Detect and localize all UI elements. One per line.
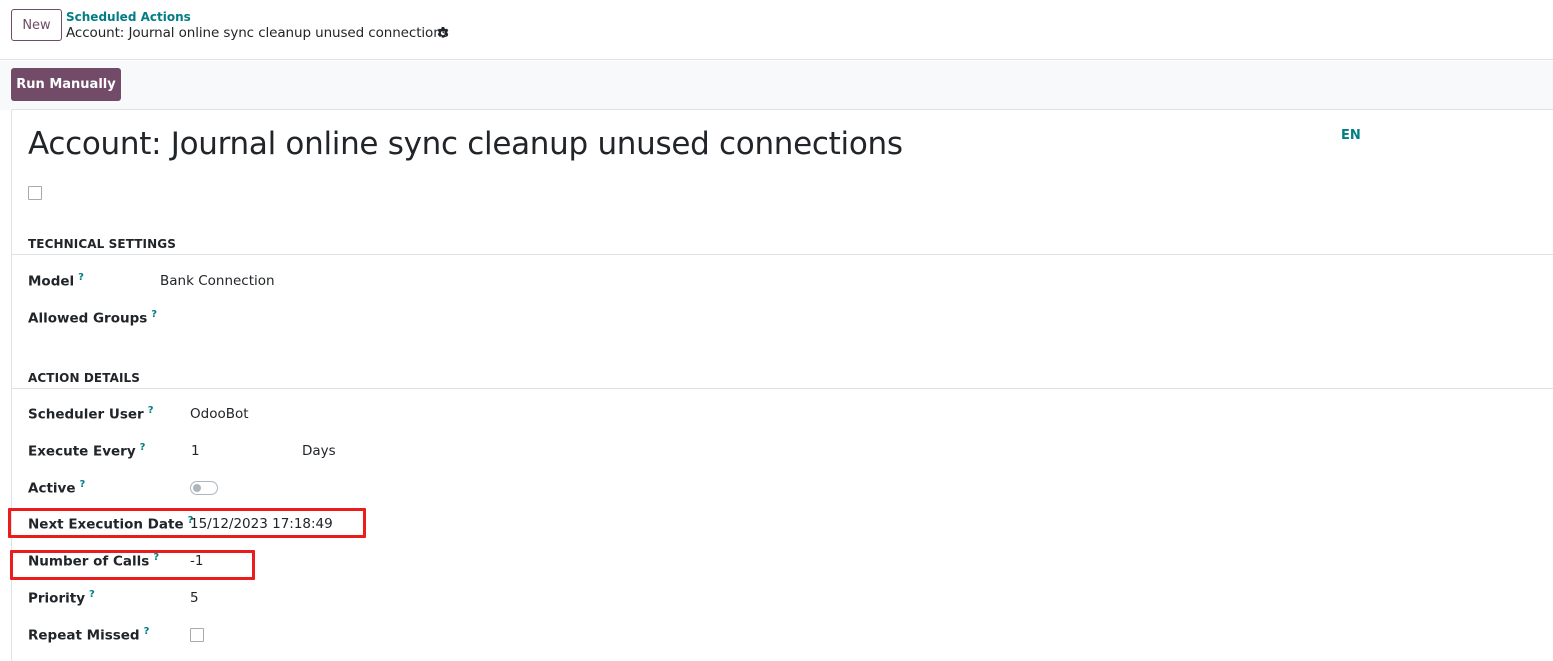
execute-every-label-text: Execute Every xyxy=(28,443,136,460)
highlight-box xyxy=(8,508,366,538)
help-icon[interactable]: ? xyxy=(78,272,84,283)
help-icon[interactable]: ? xyxy=(89,589,95,600)
breadcrumb-current: Account: Journal online sync cleanup unu… xyxy=(66,25,449,41)
section-action-details: ACTION DETAILS xyxy=(28,371,141,385)
allowed-groups-label-text: Allowed Groups xyxy=(28,310,148,327)
model-label: Model? xyxy=(28,272,84,290)
toggle-knob xyxy=(193,484,201,492)
execute-every-label: Execute Every? xyxy=(28,442,145,460)
priority-field[interactable]: 5 xyxy=(190,590,199,606)
scheduler-user-label-text: Scheduler User xyxy=(28,406,144,423)
active-label: Active? xyxy=(28,479,85,497)
priority-label: Priority? xyxy=(28,589,95,607)
model-value[interactable]: Bank Connection xyxy=(160,273,275,289)
scheduler-user-label: Scheduler User? xyxy=(28,405,154,423)
allowed-groups-label: Allowed Groups? xyxy=(28,309,157,327)
repeat-missed-label: Repeat Missed? xyxy=(28,626,149,644)
new-button[interactable]: New xyxy=(11,9,62,41)
action-bar xyxy=(0,61,1553,110)
section-divider xyxy=(11,388,1553,389)
section-divider xyxy=(11,254,1553,255)
language-button[interactable]: EN xyxy=(1341,128,1361,143)
allowed-groups-field[interactable] xyxy=(160,309,460,327)
interval-unit-select[interactable]: Days xyxy=(302,443,336,459)
active-toggle[interactable] xyxy=(190,481,218,495)
model-label-text: Model xyxy=(28,273,75,290)
repeat-missed-label-text: Repeat Missed xyxy=(28,627,140,644)
highlight-box xyxy=(10,550,255,580)
interval-number-field[interactable]: 1 xyxy=(191,443,200,459)
scheduler-user-field[interactable]: OdooBot xyxy=(190,406,249,422)
help-icon[interactable]: ? xyxy=(148,405,154,416)
help-icon[interactable]: ? xyxy=(144,626,150,637)
run-manually-button[interactable]: Run Manually xyxy=(11,68,121,101)
breadcrumb-scheduled-actions[interactable]: Scheduled Actions xyxy=(66,10,191,24)
priority-label-text: Priority xyxy=(28,590,85,607)
active-label-text: Active xyxy=(28,480,76,497)
title-checkbox[interactable] xyxy=(28,186,42,200)
help-icon[interactable]: ? xyxy=(140,442,146,453)
repeat-missed-checkbox[interactable] xyxy=(190,628,204,642)
help-icon[interactable]: ? xyxy=(80,479,86,490)
section-technical-settings: TECHNICAL SETTINGS xyxy=(28,237,176,251)
help-icon[interactable]: ? xyxy=(151,309,157,320)
gear-icon[interactable] xyxy=(436,26,450,40)
record-title[interactable]: Account: Journal online sync cleanup unu… xyxy=(28,126,903,162)
